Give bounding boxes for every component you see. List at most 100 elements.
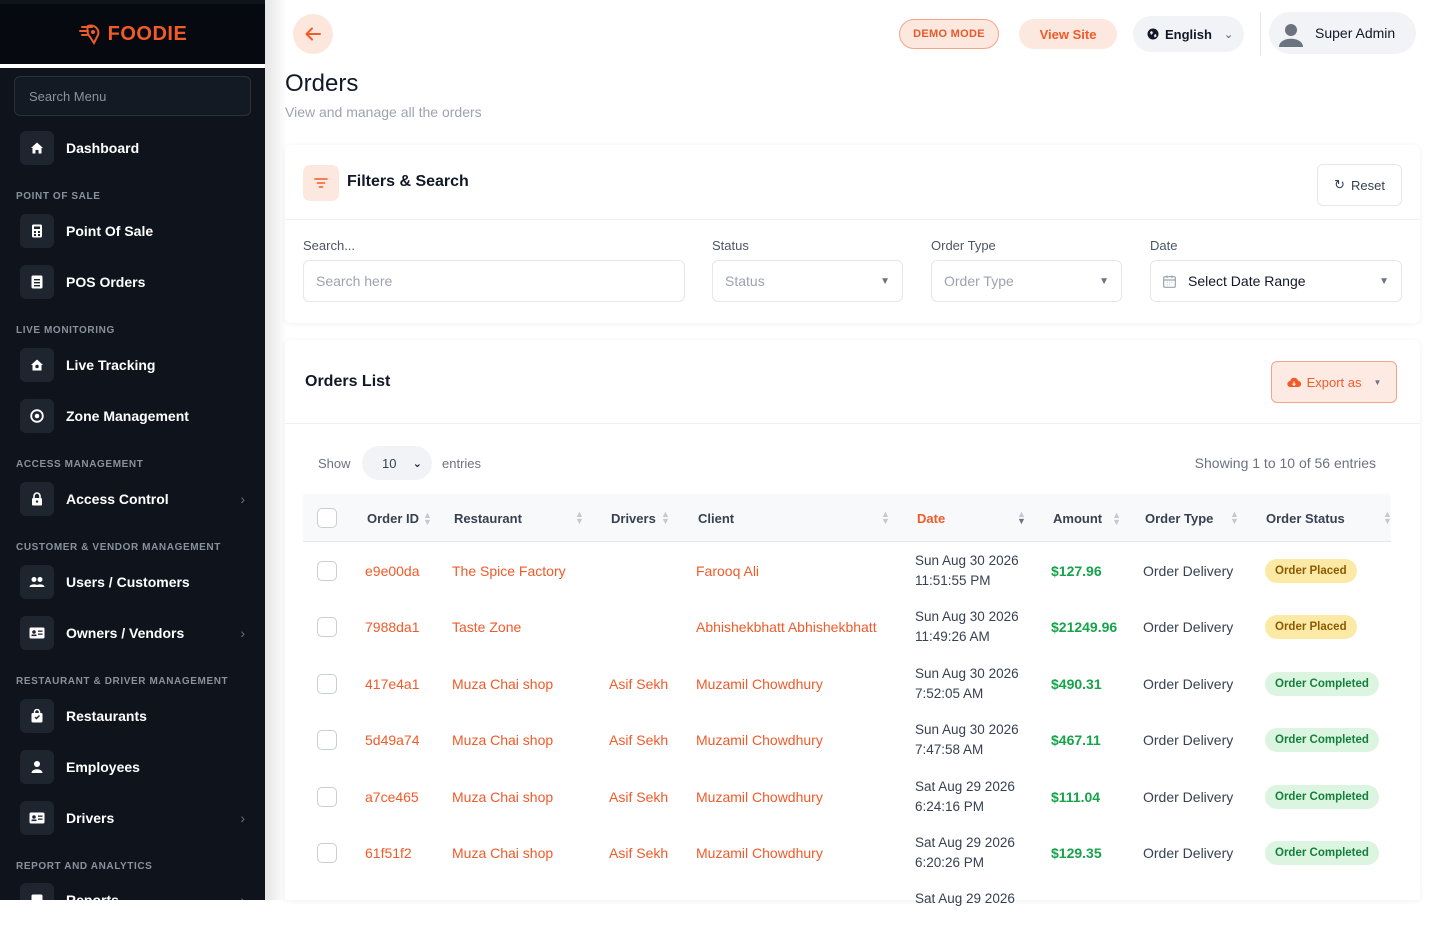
table-row[interactable]: 7988da1 Taste Zone Abhishekbhatt Abhishe… [303,599,1391,655]
table-row[interactable]: a7ce465 Muza Chai shop Asif Sekh Muzamil… [303,769,1391,825]
sidebar-item-owners-vendors[interactable]: Owners / Vendors › [20,615,255,651]
sidebar-item-dashboard[interactable]: Dashboard [20,130,255,166]
order-type-select[interactable]: Order Type ▼ [931,260,1122,302]
client-link[interactable]: Abhishekbhatt Abhishekbhatt [696,619,877,635]
column-header-order-type[interactable]: Order Type [1145,511,1213,526]
client-link[interactable]: Muzamil Chowdhury [696,845,823,861]
search-input[interactable]: Search here [303,260,685,302]
sidebar-item-point-of-sale[interactable]: Point Of Sale [20,213,255,249]
status-badge: Order Completed [1265,841,1379,865]
globe-icon [1147,28,1159,40]
driver-link[interactable]: Asif Sekh [609,732,668,748]
export-button[interactable]: Export as ▼ [1271,361,1397,403]
row-checkbox[interactable] [317,843,337,863]
row-checkbox[interactable] [317,617,337,637]
sort-icon: ▲ ▼ [661,509,670,526]
order-date: Sat Aug 29 2026 [915,891,1015,906]
column-header-order-status[interactable]: Order Status [1266,511,1345,526]
column-header-amount[interactable]: Amount ▲ ▼ [1053,510,1121,526]
sidebar-item-access-control[interactable]: Access Control › [20,481,255,517]
sidebar-item-reports[interactable]: Reports › [20,882,255,900]
reset-button[interactable]: ↻ Reset [1317,164,1402,206]
date-label: Date [1150,238,1178,253]
sidebar-shadow [265,0,287,900]
row-checkbox[interactable] [317,730,337,750]
restaurant-link[interactable]: Muza Chai shop [452,845,553,861]
driver-link[interactable]: Asif Sekh [609,676,668,692]
search-menu-input[interactable]: Search Menu [14,76,251,116]
language-selector[interactable]: English ⌄ [1133,16,1244,52]
client-link[interactable]: Muzamil Chowdhury [696,676,823,692]
driver-link[interactable]: Asif Sekh [609,845,668,861]
chevron-right-icon: › [240,810,245,826]
brand-logo[interactable]: FOODIE [0,4,265,64]
table-row[interactable]: 61f51f2 Muza Chai shop Asif Sekh Muzamil… [303,825,1391,881]
order-id-link[interactable]: 417e4a1 [365,676,420,692]
select-all-checkbox[interactable] [317,508,337,528]
language-label: English [1165,26,1212,42]
search-label: Search... [303,238,356,253]
table-row[interactable]: e9e00da The Spice Factory Farooq Ali Sun… [303,543,1391,599]
table-row[interactable]: 5d49a74 Muza Chai shop Asif Sekh Muzamil… [303,712,1391,768]
bag-icon [20,699,54,733]
driver-link[interactable]: Asif Sekh [609,789,668,805]
order-date: Sun Aug 30 2026 7:47:58 AM [915,722,1019,757]
section-customer-vendor-management: CUSTOMER & VENDOR MANAGEMENT [16,542,221,553]
restaurant-link[interactable]: Taste Zone [452,619,521,635]
sidebar-item-employees[interactable]: Employees [20,749,255,785]
restaurant-link[interactable]: Muza Chai shop [452,676,553,692]
sidebar-item-pos-orders[interactable]: POS Orders [20,264,255,300]
back-button[interactable] [293,14,333,54]
sidebar-item-label: Employees [66,759,140,775]
order-date: Sun Aug 30 2026 11:51:55 PM [915,553,1019,588]
order-id-link[interactable]: 7988da1 [365,619,420,635]
view-site-button[interactable]: View Site [1019,19,1117,49]
id-card-icon [20,801,54,835]
status-badge: Order Completed [1265,785,1379,809]
entries-label: entries [442,456,482,471]
restaurant-link[interactable]: The Spice Factory [452,563,566,579]
order-id-link[interactable]: 5d49a74 [365,732,420,748]
order-type: Order Delivery [1143,732,1234,748]
sidebar-item-users-customers[interactable]: Users / Customers [20,564,255,600]
row-checkbox[interactable] [317,674,337,694]
brand-name: FOODIE [107,22,188,45]
column-header-client[interactable]: Client [698,511,734,526]
client-link[interactable]: Muzamil Chowdhury [696,732,823,748]
column-header-date[interactable]: Date [917,511,945,526]
foodie-logo-icon [78,24,100,45]
users-icon [20,565,54,599]
client-link[interactable]: Farooq Ali [696,563,759,579]
client-link[interactable]: Muzamil Chowdhury [696,789,823,805]
sidebar-item-zone-management[interactable]: Zone Management [20,398,255,434]
order-id-link[interactable]: e9e00da [365,563,420,579]
table-row[interactable]: Sat Aug 29 2026 [303,881,1391,937]
search-placeholder: Search here [316,273,393,289]
row-checkbox[interactable] [317,561,337,581]
sidebar-item-restaurants[interactable]: Restaurants [20,698,255,734]
reset-label: Reset [1350,177,1385,193]
column-header-order-id[interactable]: Order ID ▲ ▼ [367,510,432,526]
row-checkbox[interactable] [317,787,337,807]
sort-icon: ▲ ▼ [1230,509,1239,526]
status-select[interactable]: Status ▼ [712,260,903,302]
orders-list-title: Orders List [305,373,391,390]
sidebar-item-drivers[interactable]: Drivers › [20,800,255,836]
date-range-picker[interactable]: Select Date Range ▼ [1150,260,1402,302]
column-header-drivers[interactable]: Drivers [611,511,656,526]
order-type: Order Delivery [1143,619,1234,635]
page-size-select[interactable]: 10 ⌄ [362,446,432,480]
house-icon [20,348,54,382]
status-badge: Order Completed [1265,672,1379,696]
restaurant-link[interactable]: Muza Chai shop [452,789,553,805]
order-id-link[interactable]: 61f51f2 [365,845,412,861]
user-menu[interactable]: Super Admin [1269,12,1416,54]
sidebar-item-live-tracking[interactable]: Live Tracking [20,347,255,383]
sort-desc-icon: ▲ ▼ [1017,509,1026,526]
sidebar-item-label: POS Orders [66,274,146,290]
column-header-restaurant[interactable]: Restaurant [454,511,522,526]
calendar-icon [1163,275,1176,288]
restaurant-link[interactable]: Muza Chai shop [452,732,553,748]
table-row[interactable]: 417e4a1 Muza Chai shop Asif Sekh Muzamil… [303,656,1391,712]
order-id-link[interactable]: a7ce465 [365,789,419,805]
